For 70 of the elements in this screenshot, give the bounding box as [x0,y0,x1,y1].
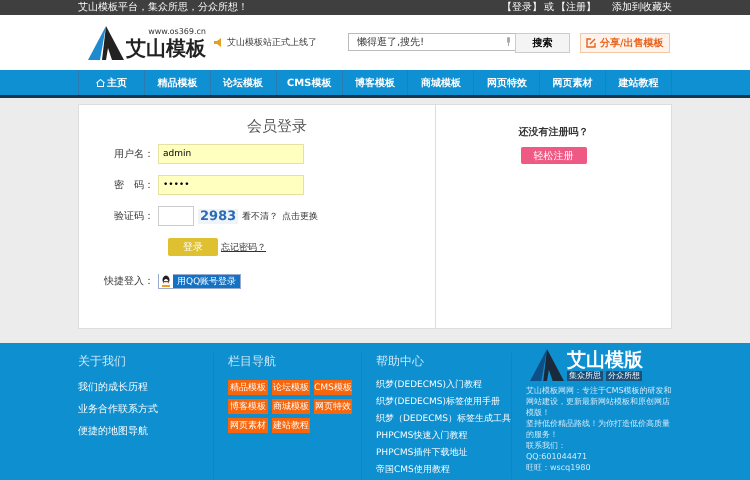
footer-heading: 栏目导航 [228,353,277,370]
captcha-field[interactable] [158,206,194,226]
forgot-password-link[interactable]: 忘记密码？ [221,240,266,254]
qq-login-button[interactable]: 用QQ账号登录 [158,274,242,288]
nav-item[interactable]: 精品模板 [144,70,211,95]
category-tag[interactable]: 博客模板 [228,399,268,414]
footer-link[interactable]: PHPCMS快速入门教程 [376,431,511,442]
logo-icon [530,349,564,381]
nav-item[interactable]: 主页 [78,70,145,95]
captcha-label: 验证码： [113,210,155,223]
nav-item[interactable]: 论坛模板 [210,70,277,95]
nav-item[interactable]: 建站教程 [606,70,672,95]
category-tag[interactable]: 网页素材 [228,418,268,433]
share-button[interactable]: 分享/出售模板 [580,32,670,52]
speaker-icon [214,38,224,47]
register-link[interactable]: 【注册】 [556,0,596,15]
footer-logo-text: 艾山模版 [567,349,643,371]
footer-text: 坚持低价精品路线！为你打造低价高质量的服务！ [526,418,671,440]
slogan: 艾山模板平台，集众所思，分众所想！ [78,0,248,15]
favorite-link[interactable]: 添加到收藏夹 [612,0,672,15]
footer-link[interactable]: 织梦(DEDECMS)标签使用手册 [376,397,511,408]
footer-link[interactable]: 业务合作联系方式 [78,402,213,416]
nav-item[interactable]: 网页素材 [540,70,606,95]
category-tag[interactable]: 建站教程 [272,418,310,433]
footer-link[interactable]: 织梦(DEDECMS)入门教程 [376,380,511,391]
tagline-badge: 分众所想 [606,371,642,381]
footer-text: 艾山模板网网：专注于CMS模板的研发和网站建设，更新最新网站模板和原创网店模版！ [526,385,672,418]
footer-text: 联系我们： [526,440,567,451]
captcha-hint: 看不清？ [242,210,278,222]
category-tag[interactable]: CMS模板 [314,380,352,395]
or-text: 或 [544,0,554,15]
login-link[interactable]: 【登录】 [502,0,542,15]
password-field[interactable]: ••••• [158,175,304,195]
search-field[interactable]: 懒得逛了,搜先! [348,32,516,50]
nav-item[interactable]: CMS模板 [276,70,343,95]
category-tag[interactable]: 网页特效 [314,399,352,414]
nav-item[interactable]: 博客模板 [342,70,408,95]
footer-heading: 关于我们 [78,353,127,370]
register-button[interactable]: 轻松注册 [520,147,586,164]
register-question: 还没有注册吗？ [518,125,588,139]
edit-icon [586,38,596,48]
captcha-image: 2983 [198,208,238,224]
login-title: 会员登录 [246,117,308,136]
nav-item[interactable]: 商城模板 [408,70,474,95]
logo-url: www.os369.cn [148,26,206,36]
login-button[interactable]: 登录 [168,238,218,256]
footer-link[interactable]: 织梦（DEDECMS）标签生成工具 [376,414,511,425]
footer-link[interactable]: 帝国CMS使用教程 [376,465,511,476]
quick-login-label: 快捷登入： [102,274,155,288]
home-icon [96,78,105,86]
category-tag[interactable]: 商城模板 [272,399,310,414]
username-field[interactable]: admin [158,144,304,164]
footer-link[interactable]: PHPCMS插件下载地址 [376,448,511,459]
footer-link[interactable]: 便捷的地图导航 [78,424,213,438]
microphone-icon [506,37,511,46]
notice-text: 艾山模板站正式上线了 [227,36,317,49]
footer-link[interactable]: 我们的成长历程 [78,380,213,394]
search-button[interactable]: 搜索 [515,32,570,52]
nav-item[interactable]: 网页特效 [474,70,540,95]
username-label: 用户名： [113,148,155,161]
captcha-refresh-link[interactable]: 点击更换 [282,210,318,222]
password-label: 密 码： [113,178,155,192]
category-tag[interactable]: 论坛模板 [272,380,310,395]
logo-text: 艾山模板 [126,36,206,60]
category-tag[interactable]: 精品模板 [228,380,268,395]
footer-heading: 帮助中心 [376,353,425,370]
footer-text: 旺旺：wscq1980 [526,462,592,473]
logo-icon [88,26,124,60]
tagline-badge: 集众所思 [567,371,603,381]
footer-text: QQ:601044471 [526,451,588,462]
